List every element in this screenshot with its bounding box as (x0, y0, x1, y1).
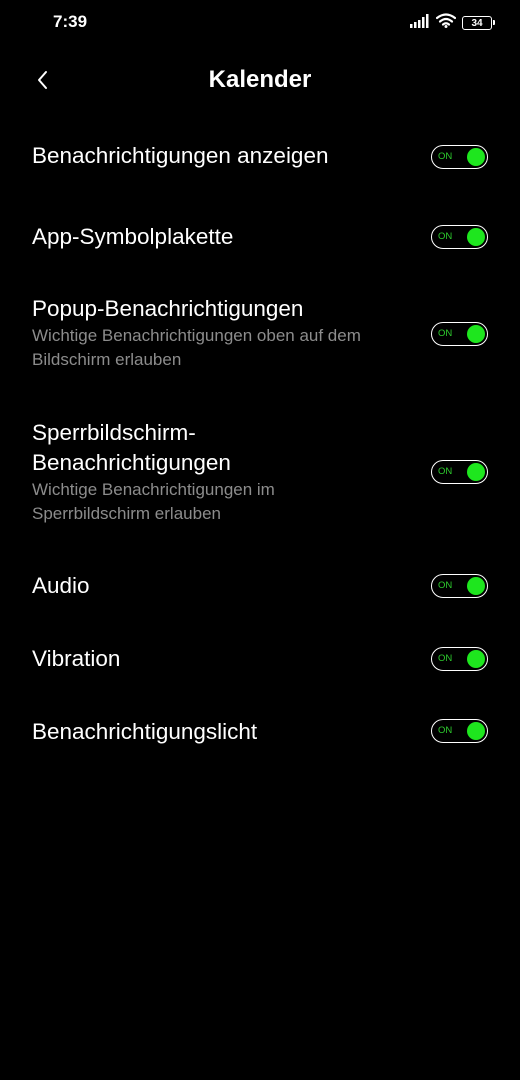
setting-title: Benachrichtigungslicht (32, 719, 258, 744)
status-time: 7:39 (53, 12, 88, 31)
setting-row-app-badge[interactable]: App-Symbolplakette ON (0, 220, 520, 260)
setting-title: Audio (32, 573, 90, 598)
setting-title: Sperrbildschirm-Benachrichtigungen (32, 420, 231, 475)
toggle-knob (467, 576, 485, 595)
header: Kalender (0, 54, 520, 110)
setting-description: Wichtige Benachrichtigungen im Sperrbild… (32, 480, 275, 523)
wifi-icon (435, 13, 457, 33)
setting-title: Popup-Benachrichtigungen (32, 296, 304, 321)
setting-row-vibration[interactable]: Vibration ON (0, 641, 520, 681)
setting-title: Benachrichtigungen anzeigen (32, 143, 329, 168)
toggle-label: ON (438, 580, 453, 591)
toggle-label: ON (438, 653, 453, 664)
toggle-vibration[interactable]: ON (431, 647, 488, 671)
setting-row-popup-notifications[interactable]: Popup-Benachrichtigungen Wichtige Benach… (0, 294, 520, 378)
toggle-show-notifications[interactable]: ON (431, 145, 488, 169)
setting-row-audio[interactable]: Audio ON (0, 568, 520, 608)
toggle-lockscreen-notifications[interactable]: ON (431, 460, 488, 484)
toggle-app-badge[interactable]: ON (431, 225, 488, 249)
toggle-label: ON (438, 466, 453, 477)
setting-description: Wichtige Benachrichtigungen oben auf dem… (32, 326, 361, 369)
toggle-label: ON (438, 725, 453, 736)
toggle-notification-light[interactable]: ON (431, 719, 488, 743)
setting-row-notification-light[interactable]: Benachrichtigungslicht ON (0, 714, 520, 754)
battery-level: 34 (471, 17, 483, 29)
setting-title: Vibration (32, 646, 121, 671)
status-icons: 34 (410, 13, 495, 33)
setting-row-lockscreen-notifications[interactable]: Sperrbildschirm-Benachrichtigungen Wicht… (0, 418, 520, 532)
signal-icon (410, 13, 430, 33)
toggle-knob (467, 462, 485, 481)
toggle-knob (467, 649, 485, 668)
battery-icon: 34 (462, 16, 495, 30)
toggle-audio[interactable]: ON (431, 574, 488, 598)
toggle-label: ON (438, 151, 453, 162)
setting-title: App-Symbolplakette (32, 224, 234, 249)
toggle-knob (467, 324, 485, 343)
page-title: Kalender (208, 66, 312, 93)
toggle-knob (467, 147, 485, 166)
toggle-label: ON (438, 231, 453, 242)
setting-row-show-notifications[interactable]: Benachrichtigungen anzeigen ON (0, 138, 520, 178)
toggle-label: ON (438, 328, 453, 339)
status-bar: 7:39 34 (0, 0, 520, 46)
toggle-knob (467, 721, 485, 740)
toggle-knob (467, 227, 485, 246)
toggle-popup-notifications[interactable]: ON (431, 322, 488, 346)
